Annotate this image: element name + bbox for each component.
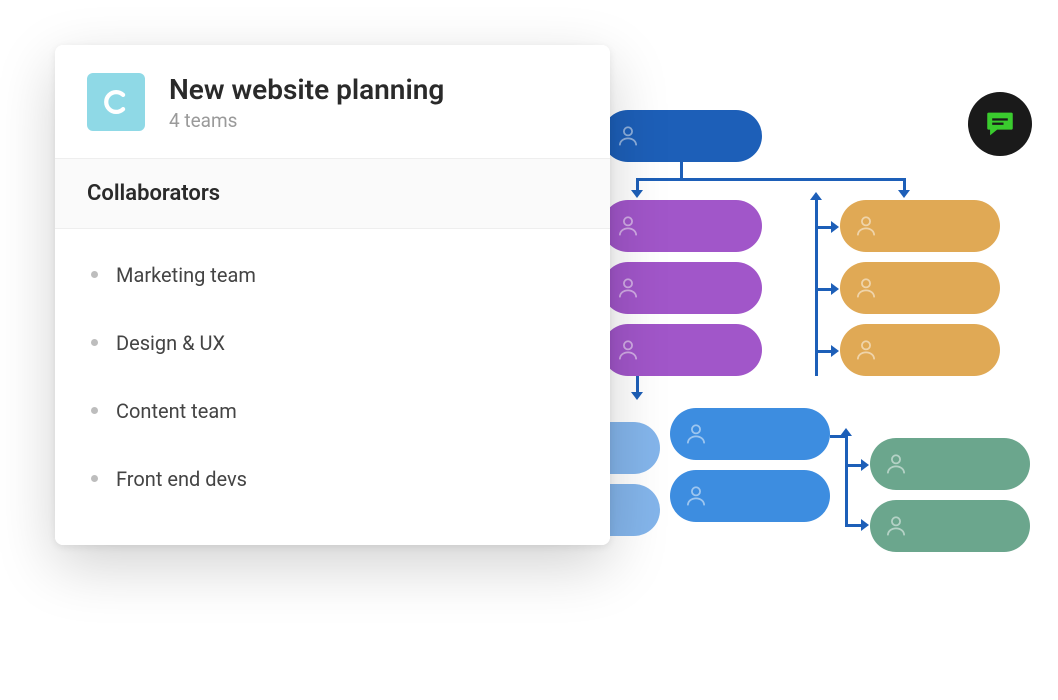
diagram-node (602, 110, 762, 162)
card-logo (87, 73, 145, 131)
collaborator-item[interactable]: Design & UX (55, 309, 610, 377)
collaborator-label: Content team (116, 399, 237, 423)
diagram-node (870, 438, 1030, 490)
diagram-node (870, 500, 1030, 552)
diagram-node (602, 324, 762, 376)
diagram-node (602, 200, 762, 252)
chat-icon (983, 107, 1017, 141)
card-header: New website planning 4 teams (55, 45, 610, 158)
diagram-node (840, 324, 1000, 376)
collaborators-header: Collaborators (55, 158, 610, 229)
bullet-icon (91, 339, 98, 346)
planning-card: New website planning 4 teams Collaborato… (55, 45, 610, 545)
collaborator-item[interactable]: Content team (55, 377, 610, 445)
collaborator-item[interactable]: Front end devs (55, 445, 610, 513)
collaborator-label: Marketing team (116, 263, 256, 287)
card-subtitle: 4 teams (169, 109, 444, 132)
collaborators-list: Marketing team Design & UX Content team … (55, 229, 610, 545)
collaborator-item[interactable]: Marketing team (55, 241, 610, 309)
bullet-icon (91, 475, 98, 482)
diagram-node (670, 408, 830, 460)
diagram-node (602, 262, 762, 314)
chat-button[interactable] (968, 92, 1032, 156)
bullet-icon (91, 407, 98, 414)
diagram-node (670, 470, 830, 522)
bullet-icon (91, 271, 98, 278)
diagram-node (840, 262, 1000, 314)
card-title: New website planning (169, 73, 444, 107)
diagram-node (840, 200, 1000, 252)
collaborator-label: Design & UX (116, 331, 225, 355)
collaborator-label: Front end devs (116, 467, 247, 491)
